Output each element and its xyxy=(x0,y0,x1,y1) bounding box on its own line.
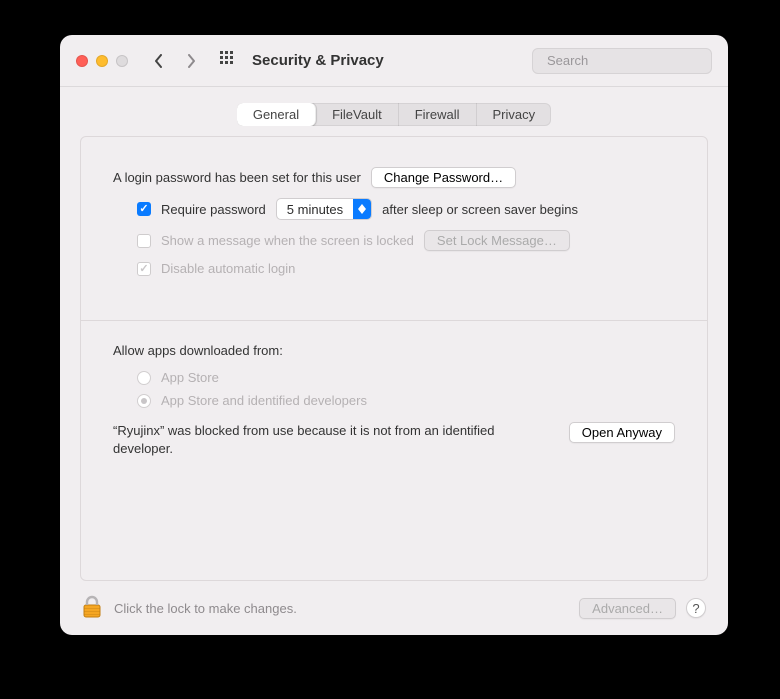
help-button[interactable]: ? xyxy=(686,598,706,618)
require-password-label: Require password xyxy=(161,202,266,217)
lock-note: Click the lock to make changes. xyxy=(114,601,297,616)
traffic-lights xyxy=(76,55,128,67)
tab-privacy[interactable]: Privacy xyxy=(477,103,552,126)
search-field[interactable] xyxy=(532,48,712,74)
advanced-button: Advanced… xyxy=(579,598,676,619)
page-title: Security & Privacy xyxy=(252,52,384,69)
downloads-heading: Allow apps downloaded from: xyxy=(113,343,283,358)
show-message-checkbox xyxy=(137,234,151,248)
login-password-text: A login password has been set for this u… xyxy=(113,170,361,185)
lock-button[interactable] xyxy=(82,595,102,622)
downloads-option-identified-row: App Store and identified developers xyxy=(137,393,675,408)
all-prefs-button[interactable] xyxy=(220,51,236,70)
footer: Click the lock to make changes. Advanced… xyxy=(60,581,728,635)
tab-firewall[interactable]: Firewall xyxy=(399,103,477,126)
downloads-option-appstore-label: App Store xyxy=(161,370,219,385)
require-password-delay-value: 5 minutes xyxy=(287,202,343,217)
disable-auto-login-row: Disable automatic login xyxy=(137,261,675,276)
tab-bar: General FileVault Firewall Privacy xyxy=(237,103,551,126)
set-lock-message-button: Set Lock Message… xyxy=(424,230,570,251)
back-button[interactable] xyxy=(148,50,170,72)
open-anyway-button[interactable]: Open Anyway xyxy=(569,422,675,443)
change-password-button[interactable]: Change Password… xyxy=(371,167,516,188)
prefs-window: Security & Privacy General FileVault Fir… xyxy=(60,35,728,635)
chevron-left-icon xyxy=(154,54,164,68)
tab-general[interactable]: General xyxy=(237,103,316,126)
require-password-delay-select[interactable]: 5 minutes xyxy=(276,198,372,220)
select-stepper-icon xyxy=(353,199,371,219)
require-password-checkbox[interactable] xyxy=(137,202,151,216)
grid-icon xyxy=(220,51,236,67)
downloads-option-appstore-row: App Store xyxy=(137,370,675,385)
blocked-app-row: “Ryujinx” was blocked from use because i… xyxy=(113,422,675,457)
require-password-after-text: after sleep or screen saver begins xyxy=(382,202,578,217)
chevron-right-icon xyxy=(186,54,196,68)
require-password-row: Require password 5 minutes after sleep o… xyxy=(137,198,675,220)
lock-icon xyxy=(82,595,102,619)
login-password-row: A login password has been set for this u… xyxy=(113,167,675,188)
blocked-app-message: “Ryujinx” was blocked from use because i… xyxy=(113,422,549,457)
minimize-icon[interactable] xyxy=(96,55,108,67)
downloads-option-identified-label: App Store and identified developers xyxy=(161,393,367,408)
tab-filevault[interactable]: FileVault xyxy=(316,103,399,126)
panel-divider xyxy=(81,320,707,321)
search-input[interactable] xyxy=(547,53,723,68)
show-message-row: Show a message when the screen is locked… xyxy=(137,230,675,251)
downloads-option-identified-radio xyxy=(137,394,151,408)
close-icon[interactable] xyxy=(76,55,88,67)
disable-auto-login-label: Disable automatic login xyxy=(161,261,295,276)
show-message-label: Show a message when the screen is locked xyxy=(161,233,414,248)
general-panel: A login password has been set for this u… xyxy=(80,136,708,581)
downloads-option-appstore-radio xyxy=(137,371,151,385)
disable-auto-login-checkbox xyxy=(137,262,151,276)
titlebar: Security & Privacy xyxy=(60,35,728,87)
zoom-icon xyxy=(116,55,128,67)
downloads-heading-row: Allow apps downloaded from: xyxy=(113,343,675,358)
forward-button xyxy=(180,50,202,72)
